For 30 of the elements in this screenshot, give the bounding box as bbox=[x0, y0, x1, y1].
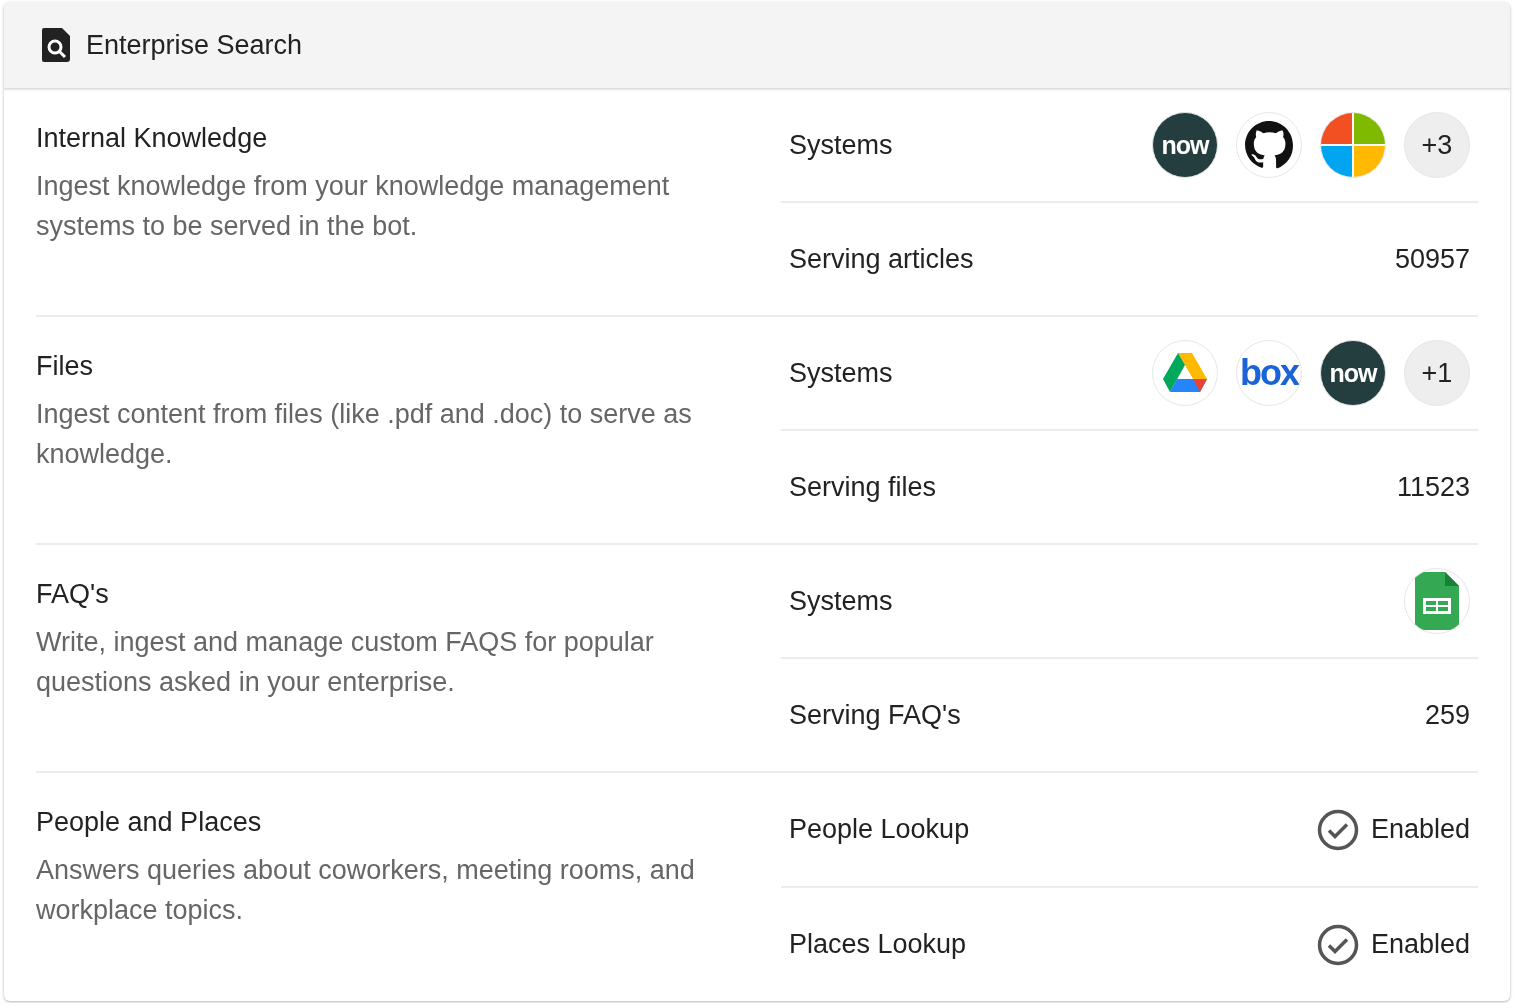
row-label: People Lookup bbox=[789, 814, 970, 845]
check-circle-icon bbox=[1316, 808, 1359, 851]
card-title: Enterprise Search bbox=[86, 29, 303, 61]
section-description: Ingest content from files (like .pdf and .doc) to serve as knowledge. bbox=[36, 398, 693, 471]
box-logo: box bbox=[1236, 340, 1302, 406]
section-description: Write, ingest and manage custom FAQS for popular questions asked in your enterprise. bbox=[36, 626, 655, 699]
row-label: Systems bbox=[789, 129, 893, 161]
servicenow-logo: now bbox=[1152, 112, 1218, 178]
count-value: 11523 bbox=[1396, 471, 1470, 503]
more-count[interactable]: +1 bbox=[1404, 340, 1470, 406]
row-label: Systems bbox=[789, 357, 893, 389]
section-title: Internal Knowledge bbox=[36, 123, 269, 154]
document-search-icon bbox=[42, 28, 72, 62]
section-description: Ingest knowledge from your knowledge management systems to be served in the bot. bbox=[36, 170, 671, 243]
section-title: FAQ's bbox=[36, 579, 110, 610]
more-count[interactable]: +3 bbox=[1404, 112, 1470, 178]
section-title: Files bbox=[36, 351, 94, 382]
row-label: Serving files bbox=[789, 471, 937, 503]
section-description: Answers queries about coworkers, meeting rooms, and workplace topics. bbox=[36, 854, 696, 927]
section-title: People and Places bbox=[36, 807, 263, 838]
row-label: Systems bbox=[789, 585, 893, 617]
status-text: Enabled bbox=[1370, 929, 1470, 960]
status-text: Enabled bbox=[1370, 814, 1470, 845]
count-value: 50957 bbox=[1394, 243, 1470, 275]
count-value: 259 bbox=[1424, 699, 1470, 731]
check-circle-icon bbox=[1316, 923, 1359, 966]
row-label: Serving FAQ's bbox=[789, 699, 961, 731]
row-label: Serving articles bbox=[789, 243, 974, 275]
row-label: Places Lookup bbox=[789, 929, 967, 960]
servicenow-logo: now bbox=[1320, 340, 1386, 406]
